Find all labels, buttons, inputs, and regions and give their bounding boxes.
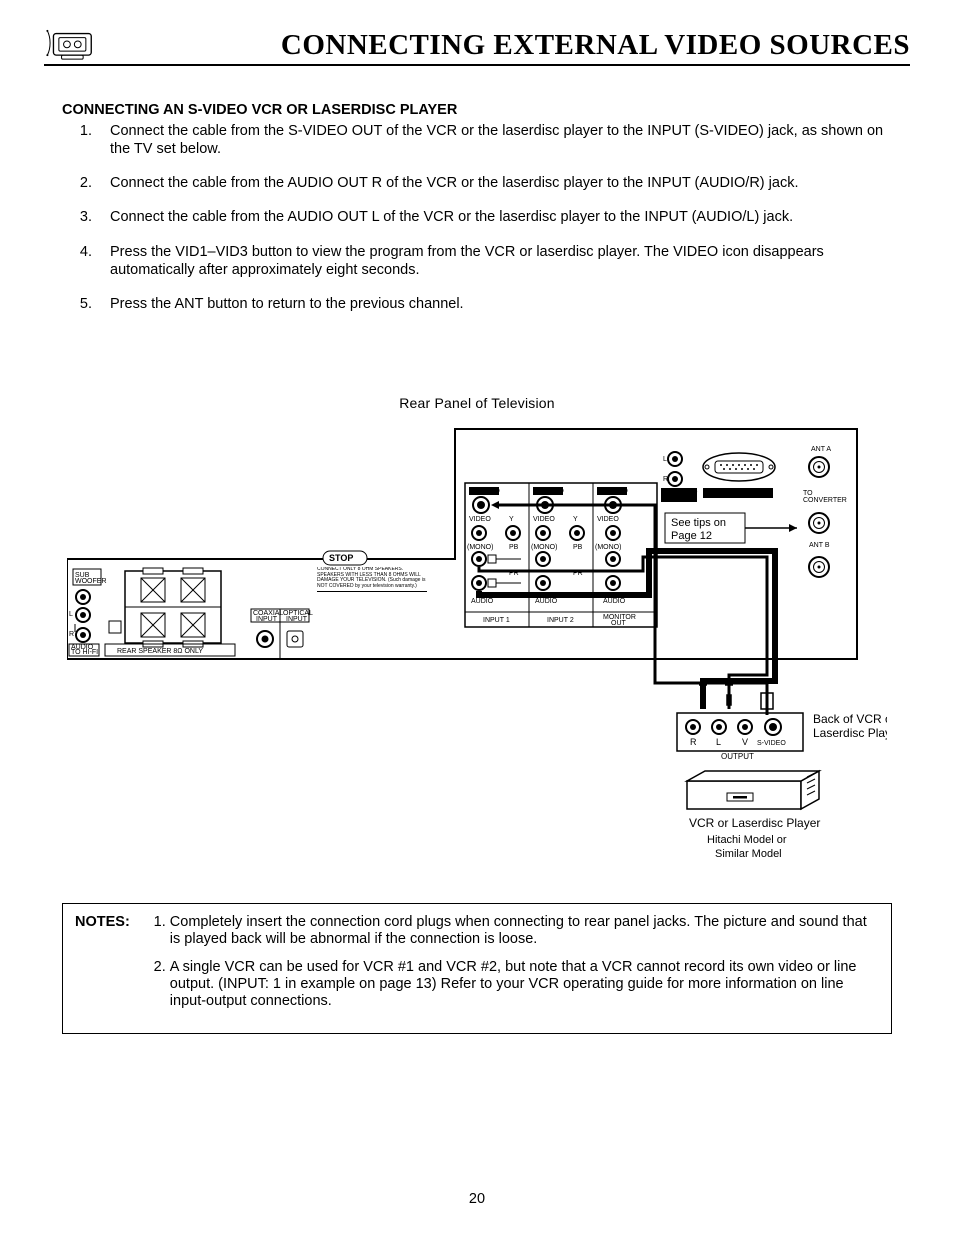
vcr-sv-label: S-VIDEO [757,740,786,747]
vcr-back-1: Back of VCR or [813,712,887,726]
optical-label-2: INPUT [286,616,308,623]
svideo-label-2: S-VIDEO [535,488,564,495]
vcr-v-label: V [742,737,748,747]
page-header: CONNECTING EXTERNAL VIDEO SOURCES [44,28,910,66]
steps-list: Connect the cable from the S-VIDEO OUT o… [62,122,892,313]
vcr-r-label: R [690,737,697,747]
label-l: L [69,611,73,618]
input2-label: INPUT 2 [547,617,574,624]
audio-hifi-label-2: TO HI-FI [71,649,98,656]
page-number: 20 [0,1191,954,1207]
tv-logo-icon [44,28,98,62]
video-label-3: VIDEO [597,516,619,523]
anta-label: ANT A [811,446,831,453]
section-subheading: CONNECTING AN S-VIDEO VCR OR LASERDISC P… [62,102,910,118]
toconverter-label-2: CONVERTER [803,497,847,504]
step-item: Press the ANT button to return to the pr… [96,295,892,313]
vcr-model-1: Hitachi Model or [707,834,787,846]
step-item: Press the VID1–VID3 button to view the p… [96,243,892,279]
stop-caption: CONNECT ONLY 8 OHM SPEAKERS. SPEAKERS WI… [317,567,427,592]
rear-speaker-label: REAR SPEAKER 8Ω ONLY [117,648,203,655]
pcaudio-label-2: INPUT 1 [667,495,694,502]
audio-label-2: AUDIO [535,598,558,605]
pcrgb-label: PC RGB INPUT 1 [711,490,767,497]
pc-r-label: R [663,476,668,483]
tips-line-1: See tips on [671,517,726,529]
step-item: Connect the cable from the AUDIO OUT R o… [96,174,892,192]
antb-label: ANT B [809,542,830,549]
mono-label-3: (MONO) [595,544,621,551]
vcr-back-2: Laserdisc Player [813,726,887,740]
page-title: CONNECTING EXTERNAL VIDEO SOURCES [281,29,910,62]
mono-label-1: (MONO) [467,544,493,551]
subwoofer-label-2: WOOFER [75,578,107,585]
stop-label: STOP [329,553,353,563]
pc-l-label: L [663,456,667,463]
pb-label-1: PB [509,544,519,551]
y-label-2: Y [573,516,578,523]
diagram-title: Rear Panel of Television [44,395,910,411]
mono-label-2: (MONO) [531,544,557,551]
vcr-output-label: OUTPUT [721,752,754,761]
video-label-1: VIDEO [469,516,491,523]
toconverter-label-1: TO [803,490,813,497]
step-item: Connect the cable from the S-VIDEO OUT o… [96,122,892,158]
vcr-model-2: Similar Model [715,848,782,860]
audio-label-1: AUDIO [471,598,494,605]
pb-label-2: PB [573,544,583,551]
audio-label-3: AUDIO [603,598,626,605]
notes-label: NOTES: [75,914,148,1021]
video-label-2: VIDEO [533,516,555,523]
y-label-1: Y [509,516,514,523]
note-item: A single VCR can be used for VCR #1 and … [170,959,879,1011]
coax-label-2: INPUT [256,616,278,623]
rear-panel-diagram: SUB WOOFER L R AUDIO TO HI-FI [67,423,887,873]
section-content: CONNECTING AN S-VIDEO VCR OR LASERDISC P… [44,102,910,313]
note-item: Completely insert the connection cord pl… [170,914,879,949]
notes-list: Completely insert the connection cord pl… [148,914,879,1021]
svideo-label-3: S-VIDEO [599,488,628,495]
vcr-l-label: L [716,737,721,747]
svideo-label-1: S-VIDEO [471,488,500,495]
label-r: R [69,631,74,638]
tips-line-2: Page 12 [671,530,712,542]
input1-label: INPUT 1 [483,617,510,624]
step-item: Connect the cable from the AUDIO OUT L o… [96,208,892,226]
monitor-label-2: OUT [611,620,627,627]
notes-box: NOTES: Completely insert the connection … [62,903,892,1034]
vcr-front-label: VCR or Laserdisc Player [689,816,820,830]
